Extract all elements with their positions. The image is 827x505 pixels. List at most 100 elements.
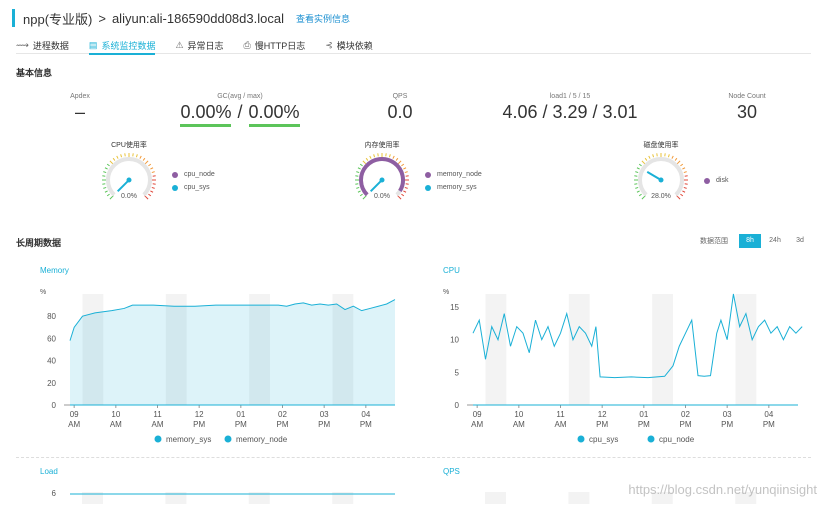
warning-icon: ⚠ [175, 39, 184, 50]
page-header: npp(专业版) > aliyun:ali-186590dd08d3.local… [12, 8, 350, 28]
time-band [485, 492, 506, 504]
gauge-legend-item[interactable]: memory_sys [425, 184, 477, 191]
time-band [485, 294, 507, 405]
x-tick-label: 02 PM [277, 410, 289, 429]
qps-stat: QPS 0.0 [370, 93, 430, 123]
gauge-legend-item[interactable]: disk [704, 177, 728, 184]
apdex-stat: Apdex – [50, 93, 110, 123]
series-area-memory_sys [70, 299, 395, 405]
list-icon: ▤ [88, 39, 98, 50]
x-tick-label: 09 AM [68, 410, 80, 429]
chart-legend-label: memory_sys [166, 435, 211, 444]
time-band [735, 294, 757, 405]
chart-legend-label: cpu_sys [589, 435, 618, 444]
x-tick-label: 12 PM [193, 410, 205, 429]
y-tick-label: 60 [47, 334, 56, 343]
x-tick-label: 03 PM [721, 410, 733, 429]
tab-label: 模块依赖 [336, 40, 373, 51]
long-period-title: 长周期数据 [16, 238, 62, 248]
x-tick-label: 10 AM [513, 410, 525, 429]
legend-label: memory_node [437, 171, 482, 178]
legend-label: memory_sys [437, 184, 477, 191]
tab-label: 异常日志 [187, 40, 224, 51]
tab-4[interactable]: ⊰ 模块依赖 [325, 36, 373, 54]
node-count-stat: Node Count 30 [712, 93, 782, 123]
legend-dot-icon [647, 435, 655, 443]
y-tick-label: 6 [52, 489, 57, 498]
load-label: load1 / 5 / 15 [549, 93, 591, 100]
app-title: npp(专业版) [23, 11, 93, 27]
legend-dot-icon [172, 184, 178, 191]
watermark: https://blog.csdn.net/yunqiinsight [628, 482, 817, 497]
legend-dot-icon [425, 171, 431, 178]
qps-value: 0.0 [387, 102, 413, 122]
gc-max-value: 0.00% [248, 102, 300, 127]
gauge-legend-item[interactable]: cpu_node [172, 171, 215, 178]
chart-legend-label: memory_node [236, 435, 288, 444]
qps-chart-title: QPS [443, 467, 460, 476]
legend-dot-icon [577, 435, 585, 443]
accent-bar [12, 9, 15, 27]
gauge-legend-item[interactable]: memory_node [425, 171, 482, 178]
gc-slash: / [237, 102, 243, 122]
y-tick-label: 15 [450, 303, 459, 312]
time-band [652, 294, 673, 405]
tab-0[interactable]: ⟿ 进程数据 [16, 36, 69, 54]
range-selector: 数据范围 8h 24h 3d [700, 234, 811, 248]
load-chart-title: Load [40, 467, 58, 476]
host-name: aliyun:ali-186590dd08d3.local [111, 10, 284, 26]
legend-dot-icon [154, 435, 162, 443]
y-tick-label: 0 [455, 401, 460, 410]
x-tick-label: 02 PM [680, 410, 692, 429]
y-tick-label: 0 [52, 401, 57, 410]
qps-label: QPS [392, 93, 408, 100]
tab-2[interactable]: ⚠ 异常日志 [175, 36, 223, 54]
range-button-8h[interactable]: 8h [739, 234, 761, 248]
cpu-chart: 0 5 10 15% 09 AM 10 AM 11 AM 12 PM 01 PM 02 PM 03 PM 04 PM c… [443, 289, 803, 444]
range-button-24h[interactable]: 24h [764, 234, 786, 248]
printer-icon: ⎙ [243, 39, 251, 50]
tab-label: 进程数据 [32, 40, 69, 51]
range-button-3d[interactable]: 3d [789, 234, 811, 248]
legend-label: disk [716, 177, 729, 184]
x-tick-label: 12 PM [596, 410, 608, 429]
legend-dot-icon [704, 177, 710, 184]
tab-bar: ⟿ 进程数据 ▤ 系统监控数据 ⚠ 异常日志 ⎙ 慢HTTP日志 ⊰ 模块依赖 [16, 36, 811, 55]
y-tick-label: 5 [455, 368, 460, 377]
legend-dot-icon [224, 435, 232, 443]
load-value: 4.06 / 3.29 / 3.01 [502, 102, 638, 122]
x-tick-label: 11 AM [152, 410, 164, 429]
time-band [568, 492, 590, 504]
tab-label: 系统监控数据 [101, 40, 156, 51]
gauge-legend-item[interactable]: cpu_sys [172, 184, 210, 191]
gc-label: GC(avg / max) [217, 93, 263, 100]
range-label: 数据范围 [700, 238, 728, 245]
node-count-label: Node Count [728, 93, 766, 100]
breadcrumb-separator: > [98, 10, 106, 26]
y-tick-label: 20 [47, 379, 56, 388]
legend-label: cpu_node [184, 171, 215, 178]
basic-info-title: 基本信息 [16, 68, 53, 78]
tab-1[interactable]: ▤ 系统监控数据 [88, 36, 156, 55]
gc-avg-value: 0.00% [180, 102, 232, 127]
memory-chart: 0 20 40 60 80% 09 AM 10 AM 11 AM 12 PM 01 PM 02 PM 03 PM 04… [40, 289, 396, 444]
gc-stat: GC(avg / max) 0.00%/0.00% [170, 93, 310, 127]
memory-chart-title: Memory [40, 266, 69, 275]
section-divider [16, 457, 811, 458]
load-stat: load1 / 5 / 15 4.06 / 3.29 / 3.01 [490, 93, 650, 123]
x-tick-label: 04 PM [763, 410, 775, 429]
apdex-label: Apdex [70, 93, 90, 100]
x-tick-label: 01 PM [638, 410, 650, 429]
view-instance-link[interactable]: 查看实例信息 [296, 12, 350, 25]
y-tick-label: 40 [47, 357, 56, 366]
tab-label: 慢HTTP日志 [254, 40, 306, 51]
apdex-value: – [74, 102, 85, 122]
cpu-chart-title: CPU [443, 266, 460, 275]
legend-dot-icon [425, 184, 431, 191]
y-tick-label: 80 [47, 312, 56, 321]
legend-dot-icon [172, 171, 178, 178]
gauge-dial [355, 153, 409, 200]
tab-3[interactable]: ⎙ 慢HTTP日志 [244, 36, 306, 54]
chart-legend-label: cpu_node [659, 435, 695, 444]
x-tick-label: 04 PM [360, 410, 372, 429]
